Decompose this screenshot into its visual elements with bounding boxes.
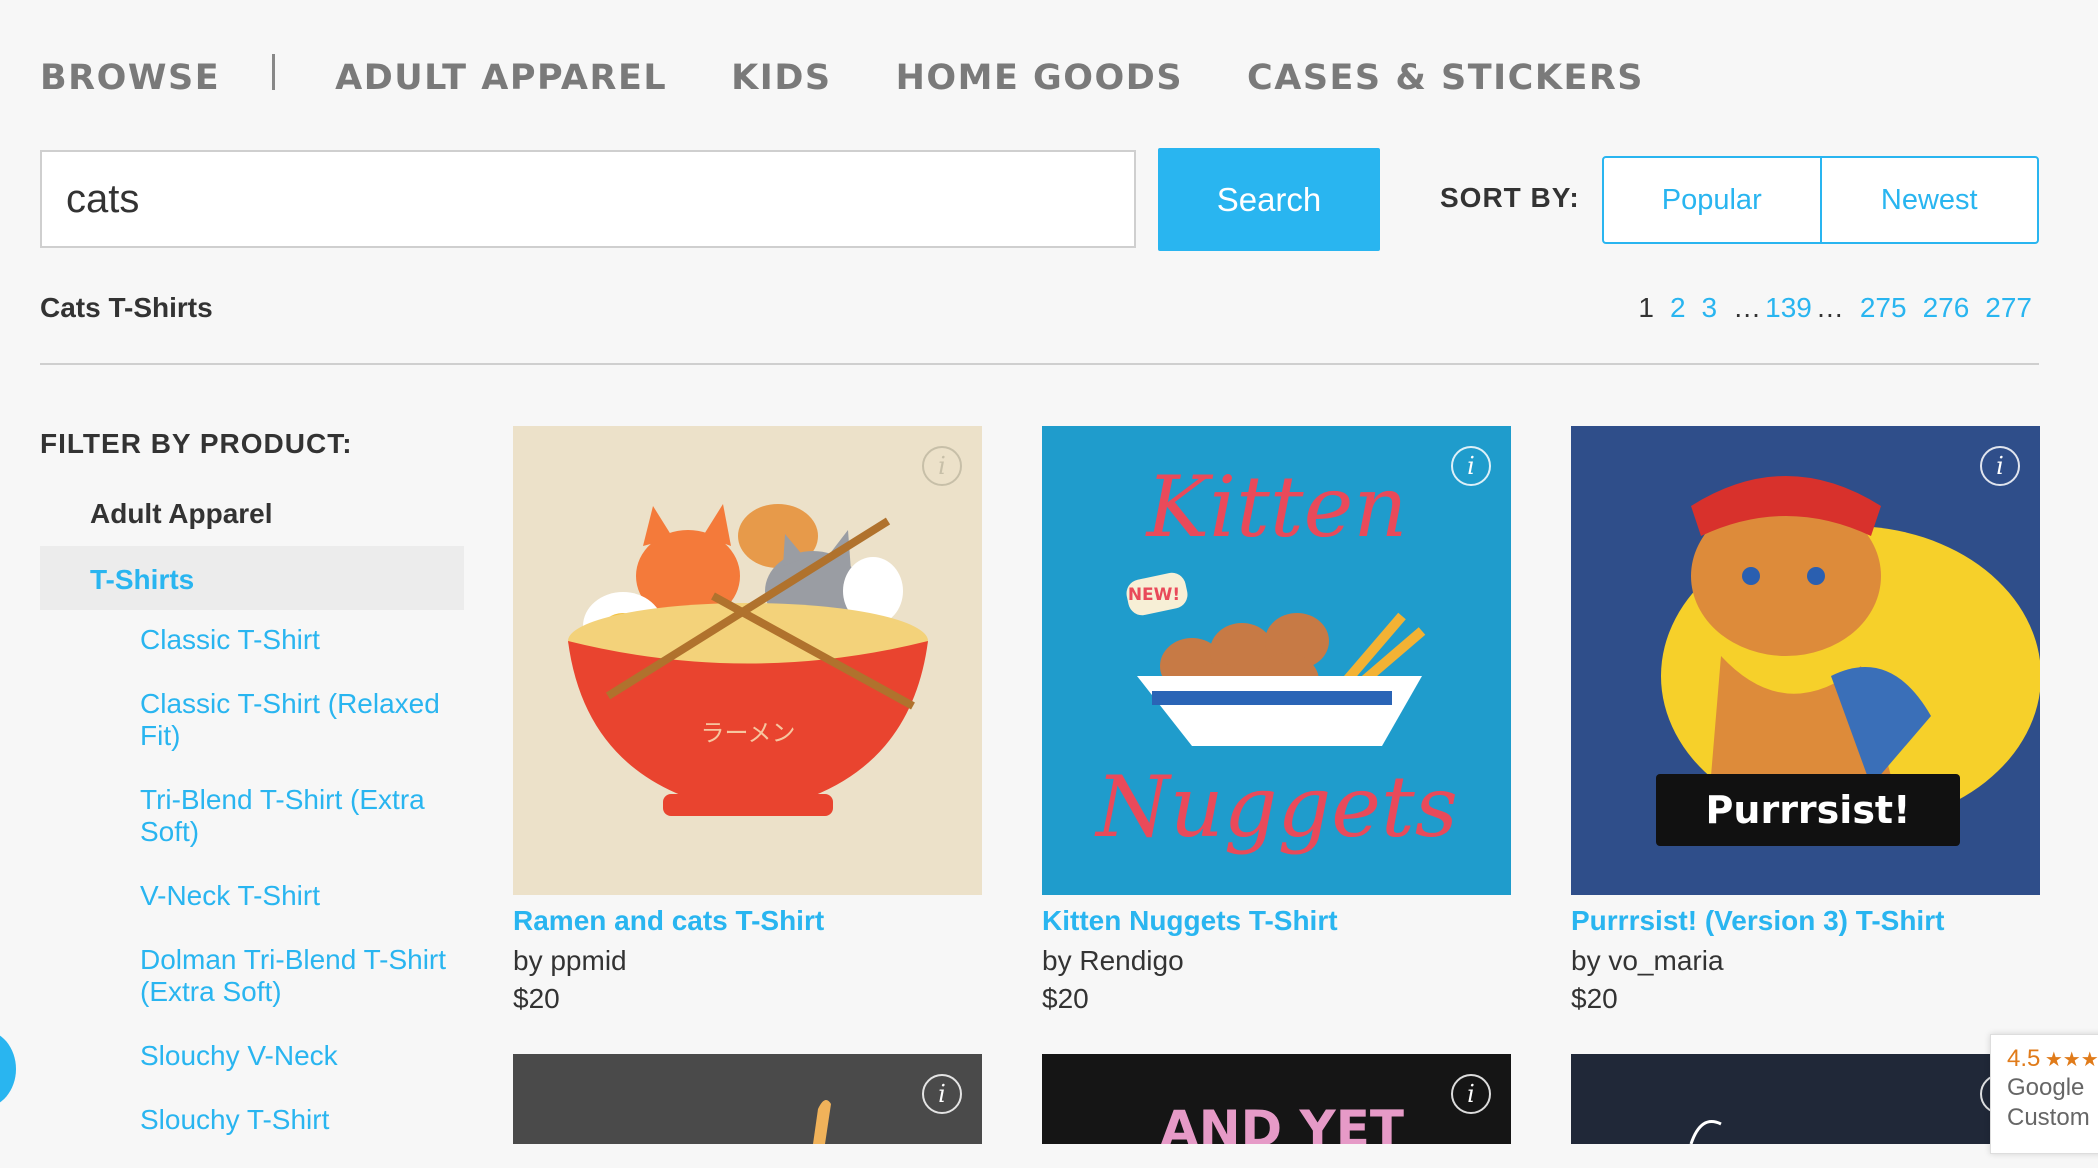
product-artist: by vo_maria xyxy=(1571,945,1724,976)
filter-subitem[interactable]: Tri-Blend T-Shirt (Extra Soft) xyxy=(140,784,460,848)
nav-cases-stickers[interactable]: CASES & STICKERS xyxy=(1247,58,1644,98)
rating-score: 4.5 xyxy=(2007,1045,2041,1072)
product-image[interactable]: ラーメン i xyxy=(513,426,982,895)
product-image[interactable]: Purrrsist! i xyxy=(1571,426,2040,895)
filter-subitems: Classic T-Shirt Classic T-Shirt (Relaxed… xyxy=(140,624,460,1168)
art-kitten-text: Kitten xyxy=(1145,458,1408,556)
ramen-bowl-text: ラーメン xyxy=(700,719,795,747)
info-icon[interactable]: i xyxy=(1980,446,2020,486)
product-price: $20 xyxy=(1571,983,1618,1014)
art-nuggets-text: Nuggets xyxy=(1094,758,1458,856)
product-title[interactable]: Kitten Nuggets T-Shirt xyxy=(1042,905,1511,937)
nav-adult-apparel[interactable]: ADULT APPAREL xyxy=(335,58,667,98)
filter-item-label: T-Shirts xyxy=(90,564,195,595)
info-icon[interactable]: i xyxy=(1451,1074,1491,1114)
filter-subitem[interactable]: Dolman Tri-Blend T-Shirt (Extra Soft) xyxy=(140,944,460,1008)
product-price: $20 xyxy=(1042,983,1089,1014)
filter-item-t-shirts[interactable]: T-Shirts xyxy=(40,546,464,610)
search-button[interactable]: Search xyxy=(1158,148,1380,251)
page-link[interactable]: 3 xyxy=(1702,292,1718,324)
filter-subitem[interactable]: Slouchy V-Neck xyxy=(140,1040,460,1072)
product-title[interactable]: Ramen and cats T-Shirt xyxy=(513,905,982,937)
art-new-badge: NEW! xyxy=(1128,585,1180,605)
product-artwork xyxy=(1571,1054,2040,1144)
nav-separator xyxy=(272,54,276,90)
chat-bubble-icon[interactable] xyxy=(0,1030,16,1108)
google-rating-badge[interactable]: 4.5 ★★★ Google Custom xyxy=(1990,1034,2098,1154)
filter-subitem[interactable]: Classic T-Shirt xyxy=(140,624,460,656)
results-title: Cats T-Shirts xyxy=(40,292,213,323)
page-link[interactable]: 277 xyxy=(1985,292,2032,324)
product-artist: by Rendigo xyxy=(1042,945,1184,976)
page-link[interactable]: 275 xyxy=(1860,292,1907,324)
info-icon[interactable]: i xyxy=(922,446,962,486)
purrrsist-artwork: Purrrsist! xyxy=(1571,426,2040,895)
page-link[interactable]: 139 xyxy=(1765,292,1812,324)
kitten-nuggets-artwork: Kitten Nuggets NEW! xyxy=(1042,426,1511,895)
ramen-cats-artwork: ラーメン xyxy=(513,426,982,895)
nav-browse[interactable]: BROWSE xyxy=(40,58,220,98)
product-artwork: AND YET xyxy=(1042,1054,1511,1144)
product-card: Kitten Nuggets NEW! i Kitten Nuggets T-S… xyxy=(1042,426,1511,1015)
page-link[interactable]: 276 xyxy=(1923,292,1970,324)
page-ellipsis: … xyxy=(1815,292,1844,323)
product-card: Purrrsist! i Purrrsist! (Version 3) T-Sh… xyxy=(1571,426,2040,1015)
sort-newest-button[interactable]: Newest xyxy=(1819,158,2038,242)
product-card: i xyxy=(1571,1054,2040,1144)
rating-stars-icon: ★★★ xyxy=(2044,1049,2098,1071)
product-artwork xyxy=(513,1054,982,1144)
rating-line: Google xyxy=(2007,1074,2085,1101)
page-ellipsis: … xyxy=(1733,292,1762,323)
divider xyxy=(40,363,2039,365)
product-price: $20 xyxy=(513,983,560,1014)
filter-subitem[interactable]: Slouchy T-Shirt xyxy=(140,1104,460,1136)
sort-label: SORT BY: xyxy=(1440,182,1580,213)
product-card: ラーメン i Ramen and cats T-Shirt by ppmid $… xyxy=(513,426,982,1015)
page-link[interactable]: 2 xyxy=(1670,292,1686,324)
filter-category-adult-apparel[interactable]: Adult Apparel xyxy=(90,498,273,530)
pagination: 1 2 3 … 139 … 275 276 277 xyxy=(1638,292,2032,324)
art-purrrsist-text: Purrrsist! xyxy=(1706,788,1911,832)
product-artist: by ppmid xyxy=(513,945,627,976)
filter-subitem[interactable]: Classic T-Shirt (Relaxed Fit) xyxy=(140,688,460,752)
nav-home-goods[interactable]: HOME GOODS xyxy=(896,58,1183,98)
sort-options: Popular Newest xyxy=(1602,156,2039,244)
product-image[interactable]: Kitten Nuggets NEW! i xyxy=(1042,426,1511,895)
info-icon[interactable]: i xyxy=(922,1074,962,1114)
art-and-yet-text: AND YET xyxy=(1160,1100,1404,1144)
filter-subitem[interactable]: V-Neck T-Shirt xyxy=(140,880,460,912)
category-nav: BROWSE ADULT APPAREL KIDS HOME GOODS CAS… xyxy=(40,54,1708,98)
product-title[interactable]: Purrrsist! (Version 3) T-Shirt xyxy=(1571,905,2040,937)
info-icon[interactable]: i xyxy=(1451,446,1491,486)
sort-popular-button[interactable]: Popular xyxy=(1604,158,1820,242)
nav-kids[interactable]: KIDS xyxy=(731,58,831,98)
product-image[interactable]: i xyxy=(513,1054,982,1144)
search-input[interactable] xyxy=(40,150,1136,248)
product-image[interactable]: i xyxy=(1571,1054,2040,1144)
product-card: i xyxy=(513,1054,982,1144)
product-card: AND YET i xyxy=(1042,1054,1511,1144)
filter-heading: FILTER BY PRODUCT: xyxy=(40,428,353,459)
product-image[interactable]: AND YET i xyxy=(1042,1054,1511,1144)
rating-line: Custom xyxy=(2007,1104,2090,1131)
page-current: 1 xyxy=(1638,292,1654,323)
